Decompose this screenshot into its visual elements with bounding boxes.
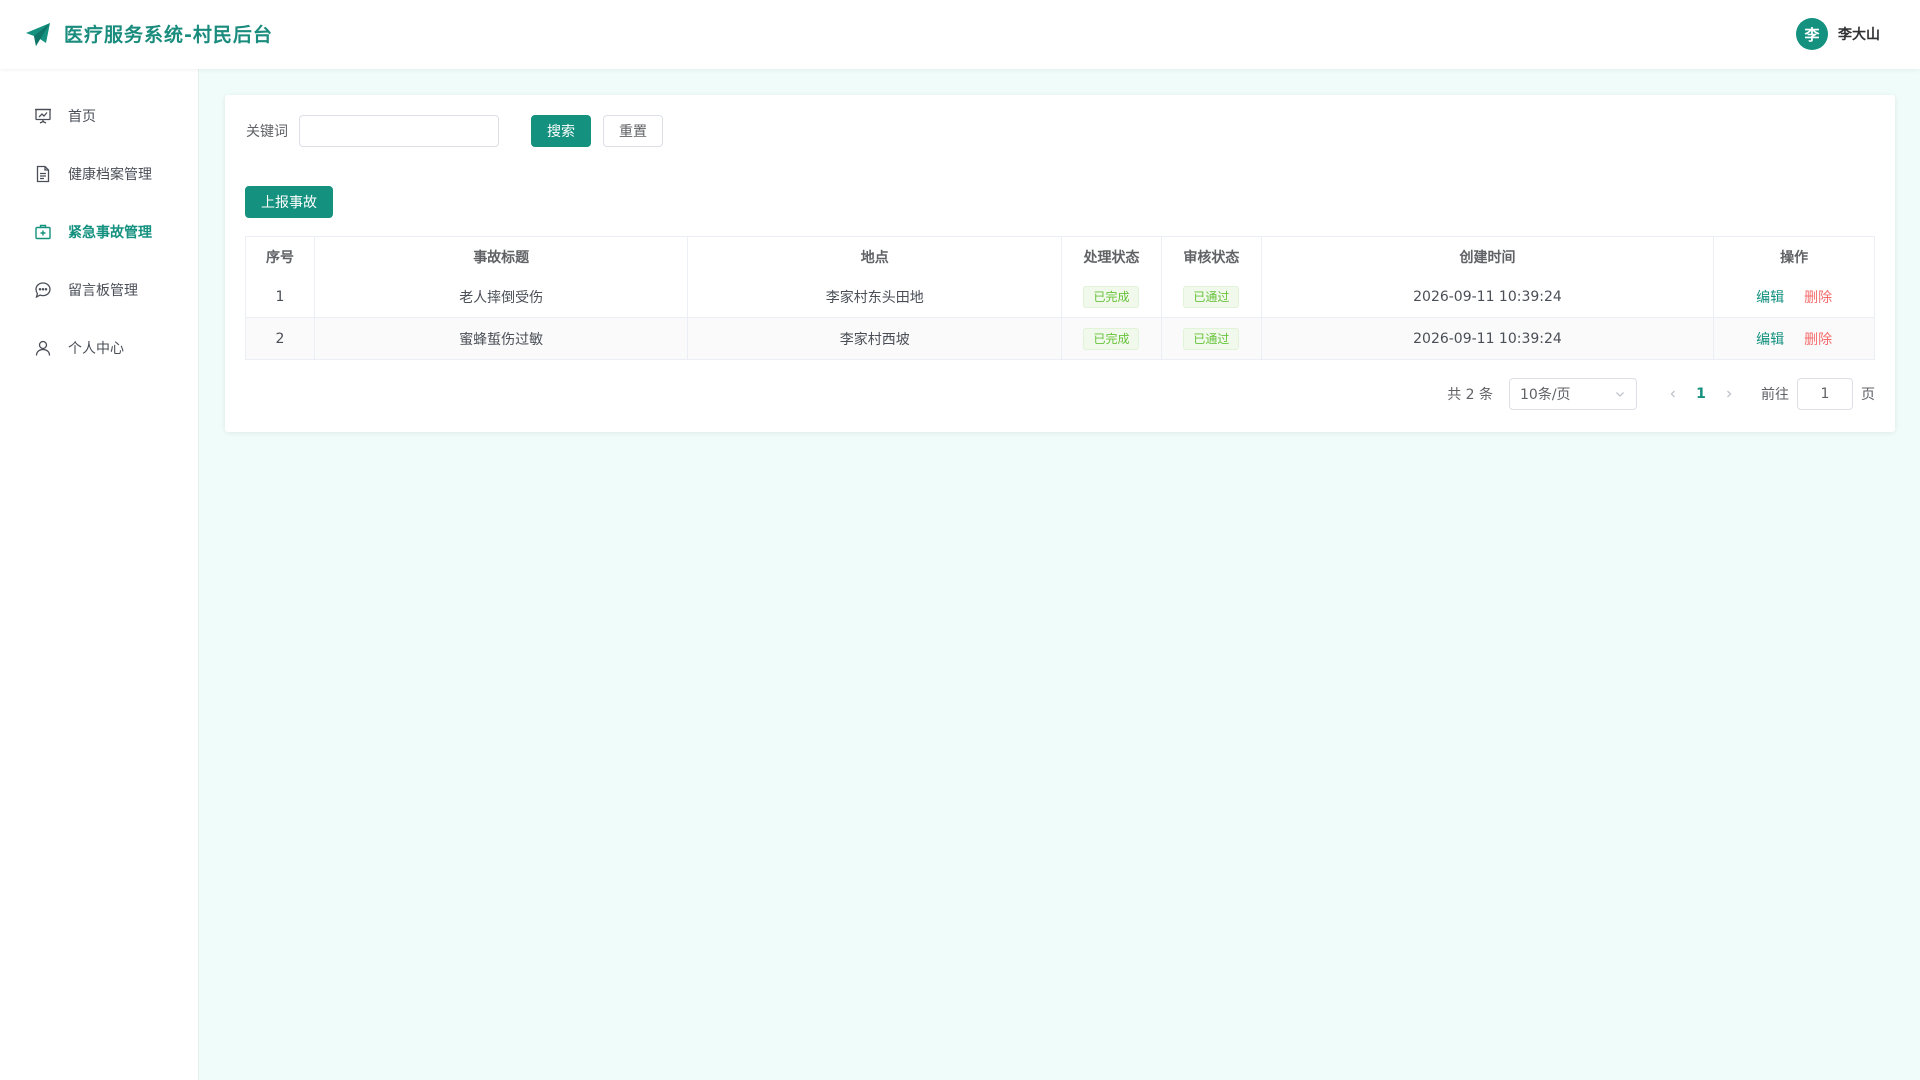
edit-link[interactable]: 编辑 xyxy=(1756,329,1784,349)
user-name[interactable]: 李大山 xyxy=(1838,24,1880,44)
page-number[interactable]: 1 xyxy=(1685,378,1717,410)
incident-title: 老人摔倒受伤 xyxy=(315,277,689,317)
column-header: 创建时间 xyxy=(1262,237,1715,277)
keyword-label: 关键词 xyxy=(246,124,288,140)
column-header: 审核状态 xyxy=(1162,237,1262,277)
incident-location: 李家村东头田地 xyxy=(688,277,1063,317)
top-header: 医疗服务系统-村民后台 李 李大山 xyxy=(0,0,1920,69)
incident-location: 李家村西坡 xyxy=(688,318,1063,359)
sidebar-item-label: 留言板管理 xyxy=(68,283,138,299)
review-status-badge: 已通过 xyxy=(1183,327,1240,350)
table-header-row: 序号 事故标题 地点 处理状态 审核状态 创建时间 操作 xyxy=(246,237,1874,277)
created-time: 2026-09-11 10:39:24 xyxy=(1262,318,1715,359)
reset-button[interactable]: 重置 xyxy=(603,115,663,147)
incident-table: 序号 事故标题 地点 处理状态 审核状态 创建时间 操作 1 老人摔倒受伤 李家… xyxy=(245,236,1875,360)
paper-plane-icon xyxy=(26,23,50,46)
goto-unit: 页 xyxy=(1861,387,1875,403)
row-index: 2 xyxy=(246,318,315,359)
search-button[interactable]: 搜索 xyxy=(531,115,591,147)
column-header: 地点 xyxy=(688,237,1063,277)
delete-link[interactable]: 删除 xyxy=(1804,287,1832,307)
column-header: 处理状态 xyxy=(1062,237,1162,277)
table-row: 1 老人摔倒受伤 李家村东头田地 已完成 已通过 2026-09-11 10:3… xyxy=(246,277,1874,318)
user-icon xyxy=(35,340,51,356)
chevron-down-icon xyxy=(1616,392,1624,397)
incident-title: 蜜蜂蜇伤过敏 xyxy=(315,318,689,359)
first-aid-kit-icon xyxy=(35,224,51,240)
process-status-badge: 已完成 xyxy=(1083,286,1140,308)
user-menu[interactable]: 李 李大山 xyxy=(1796,18,1880,50)
goto-page-input[interactable] xyxy=(1797,378,1853,410)
avatar[interactable]: 李 xyxy=(1796,18,1828,50)
sidebar-item-home[interactable]: 首页 xyxy=(0,92,199,140)
chat-bubble-icon xyxy=(35,282,51,299)
sidebar: 首页 健康档案管理 紧急事故管理 留言板管理 个人中心 xyxy=(0,69,199,1080)
prev-page-button[interactable] xyxy=(1661,378,1685,410)
pagination: 共 2 条 10条/页 1 前往 页 xyxy=(1447,378,1875,410)
edit-link[interactable]: 编辑 xyxy=(1756,287,1784,307)
page-size-select[interactable]: 10条/页 xyxy=(1509,378,1637,410)
next-page-button[interactable] xyxy=(1717,378,1741,410)
goto-label: 前往 xyxy=(1761,387,1789,403)
delete-link[interactable]: 删除 xyxy=(1804,329,1832,349)
row-index: 1 xyxy=(246,277,315,317)
created-time: 2026-09-11 10:39:24 xyxy=(1262,277,1715,317)
sidebar-item-label: 首页 xyxy=(68,109,96,125)
sidebar-item-label: 个人中心 xyxy=(68,341,124,357)
total-count: 共 2 条 xyxy=(1447,387,1493,403)
sidebar-item-message-board[interactable]: 留言板管理 xyxy=(0,266,199,314)
report-incident-button[interactable]: 上报事故 xyxy=(245,186,333,218)
sidebar-item-profile[interactable]: 个人中心 xyxy=(0,324,199,372)
chevron-left-icon xyxy=(1670,390,1675,398)
table-row: 2 蜜蜂蜇伤过敏 李家村西坡 已完成 已通过 2026-09-11 10:39:… xyxy=(246,318,1874,359)
sidebar-item-emergency[interactable]: 紧急事故管理 xyxy=(0,208,199,256)
sidebar-item-health-records[interactable]: 健康档案管理 xyxy=(0,150,199,198)
column-header: 操作 xyxy=(1780,250,1809,266)
page-size-value: 10条/页 xyxy=(1520,387,1571,403)
sidebar-item-label: 健康档案管理 xyxy=(68,167,152,183)
keyword-input[interactable] xyxy=(299,115,499,147)
document-icon xyxy=(36,165,50,183)
content-card: 关键词 搜索 重置 上报事故 序号 事故标题 地点 处理状态 审核状态 创建时间… xyxy=(225,95,1895,432)
review-status-badge: 已通过 xyxy=(1183,286,1240,308)
process-status-badge: 已完成 xyxy=(1083,327,1140,350)
column-header: 事故标题 xyxy=(315,237,689,277)
sidebar-item-label: 紧急事故管理 xyxy=(68,225,152,241)
column-header: 序号 xyxy=(246,237,315,277)
app-title: 医疗服务系统-村民后台 xyxy=(64,24,273,46)
chevron-right-icon xyxy=(1727,390,1732,398)
presentation-icon xyxy=(35,108,51,124)
